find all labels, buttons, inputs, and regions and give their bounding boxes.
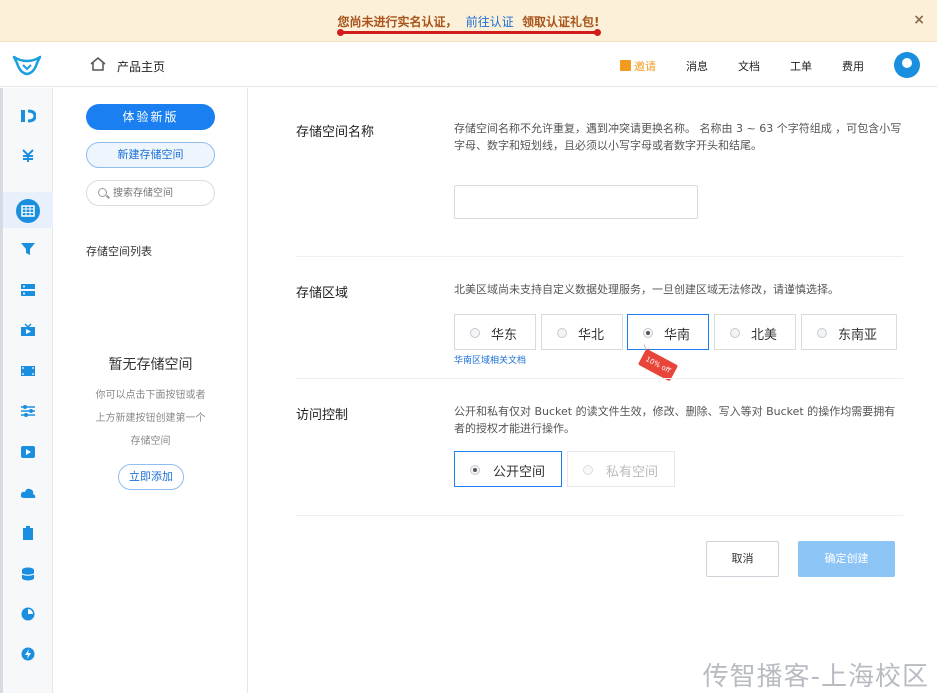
top-header: 产品主页 邀请 消息 文档 工单 费用 bbox=[0, 43, 937, 87]
pie-chart-icon[interactable] bbox=[20, 607, 36, 621]
empty-state-title: 暂无存储空间 bbox=[108, 357, 193, 373]
region-option-label: 华北 bbox=[578, 328, 605, 343]
create-bucket-button[interactable]: 新建存储空间 bbox=[86, 142, 215, 168]
add-now-button[interactable]: 立即添加 bbox=[118, 464, 184, 490]
radio-button[interactable] bbox=[817, 328, 827, 338]
region-option[interactable]: 华北 bbox=[541, 314, 623, 350]
bucket-search-input[interactable] bbox=[113, 185, 211, 202]
dashboard-icon[interactable] bbox=[20, 109, 36, 123]
cancel-button[interactable]: 取消 bbox=[706, 541, 779, 577]
confirm-create-button[interactable]: 确定创建 bbox=[798, 541, 895, 577]
docs-link[interactable]: 文档 bbox=[738, 58, 760, 74]
watermark-text: 传智播客-上海校区 bbox=[702, 662, 929, 692]
empty-state-description: 你可以点击下面按钮或者上方新建按钮创建第一个存储空间 bbox=[95, 390, 206, 447]
bucket-name-input[interactable] bbox=[454, 185, 698, 219]
region-option[interactable]: 北美 bbox=[714, 314, 796, 350]
discount-tag: 10% off bbox=[637, 348, 679, 382]
create-bucket-form: 存储空间名称 存储空间名称不允许重复，遇到冲突请更换名称。 名称由 3 ~ 63… bbox=[249, 88, 937, 693]
radio-button[interactable] bbox=[643, 328, 653, 338]
tickets-link[interactable]: 工单 bbox=[790, 58, 812, 74]
invite-label: 邀请 bbox=[634, 60, 656, 73]
search-icon bbox=[98, 188, 107, 197]
notice-message: 您尚未进行实名认证， bbox=[337, 15, 458, 29]
radio-button[interactable] bbox=[583, 465, 593, 475]
bucket-name-label: 存储空间名称 bbox=[296, 125, 375, 140]
sliders-icon[interactable] bbox=[20, 404, 36, 418]
product-icon-rail bbox=[0, 88, 53, 693]
region-option-label: 东南亚 bbox=[838, 328, 878, 343]
close-icon[interactable]: × bbox=[913, 12, 925, 28]
verify-link[interactable]: 前往认证 bbox=[466, 15, 514, 29]
notice-suffix: 领取认证礼包! bbox=[521, 15, 600, 29]
access-option[interactable]: 公开空间 bbox=[454, 451, 562, 487]
section-divider bbox=[296, 515, 903, 516]
verification-notice-bar: 您尚未进行实名认证， 前往认证 领取认证礼包! × bbox=[0, 0, 937, 42]
tv-icon[interactable] bbox=[20, 323, 36, 337]
database-icon[interactable] bbox=[20, 567, 36, 581]
region-option[interactable]: 华南 bbox=[627, 314, 709, 350]
bucket-sidebar: 体验新版 新建存储空间 存储空间列表 暂无存储空间 你可以点击下面按钮或者上方新… bbox=[53, 88, 248, 693]
region-option[interactable]: 东南亚 bbox=[801, 314, 897, 350]
messages-link[interactable]: 消息 bbox=[686, 58, 708, 74]
annotation-underline bbox=[337, 29, 601, 36]
invite-link[interactable]: 邀请 bbox=[620, 58, 656, 74]
region-option-label: 北美 bbox=[751, 328, 778, 343]
radio-button[interactable] bbox=[557, 328, 567, 338]
access-option-label: 私有空间 bbox=[606, 465, 659, 480]
access-control-description: 公开和私有仅对 Bucket 的读文件生效，修改、删除、写入等对 Bucket … bbox=[454, 405, 896, 435]
radio-button[interactable] bbox=[730, 328, 740, 338]
region-option-label: 华东 bbox=[491, 328, 518, 343]
lightning-icon[interactable] bbox=[20, 647, 36, 661]
cloud-icon[interactable] bbox=[20, 486, 36, 500]
region-description: 北美区域尚未支持自定义数据处理服务，一旦创建区域无法修改，请谨慎选择。 bbox=[454, 283, 839, 296]
bucket-search[interactable] bbox=[86, 180, 215, 206]
region-label: 存储区域 bbox=[296, 286, 349, 301]
film-icon[interactable] bbox=[20, 364, 36, 378]
access-option[interactable]: 私有空间 bbox=[567, 451, 675, 487]
region-option-label: 华南 bbox=[664, 328, 691, 343]
yuan-icon[interactable] bbox=[20, 149, 36, 163]
play-box-icon[interactable] bbox=[20, 445, 36, 459]
try-new-version-button[interactable]: 体验新版 bbox=[86, 104, 215, 130]
section-divider bbox=[296, 256, 903, 257]
storage-grid-icon[interactable] bbox=[16, 199, 40, 223]
notice-text: 您尚未进行实名认证， 前往认证 领取认证礼包! bbox=[0, 13, 937, 30]
access-option-label: 公开空间 bbox=[493, 465, 546, 480]
bucket-list-title: 存储空间列表 bbox=[86, 245, 152, 258]
home-link[interactable]: 产品主页 bbox=[117, 58, 165, 75]
bucket-name-description: 存储空间名称不允许重复，遇到冲突请更换名称。 名称由 3 ~ 63 个字符组成 … bbox=[454, 122, 902, 152]
gift-icon bbox=[620, 60, 631, 71]
brand-logo-icon[interactable] bbox=[12, 53, 42, 77]
billing-link[interactable]: 费用 bbox=[842, 58, 864, 74]
server-icon[interactable] bbox=[20, 283, 36, 297]
access-control-label: 访问控制 bbox=[296, 408, 349, 423]
region-docs-link[interactable]: 华南区域相关文档 bbox=[454, 353, 526, 366]
user-avatar[interactable] bbox=[894, 52, 920, 78]
region-option[interactable]: 华东 bbox=[454, 314, 536, 350]
section-divider bbox=[296, 378, 903, 379]
radio-button[interactable] bbox=[470, 328, 480, 338]
radio-button[interactable] bbox=[470, 465, 480, 475]
clipboard-icon[interactable] bbox=[20, 526, 36, 540]
home-icon[interactable] bbox=[90, 57, 106, 71]
funnel-icon[interactable] bbox=[20, 242, 36, 256]
